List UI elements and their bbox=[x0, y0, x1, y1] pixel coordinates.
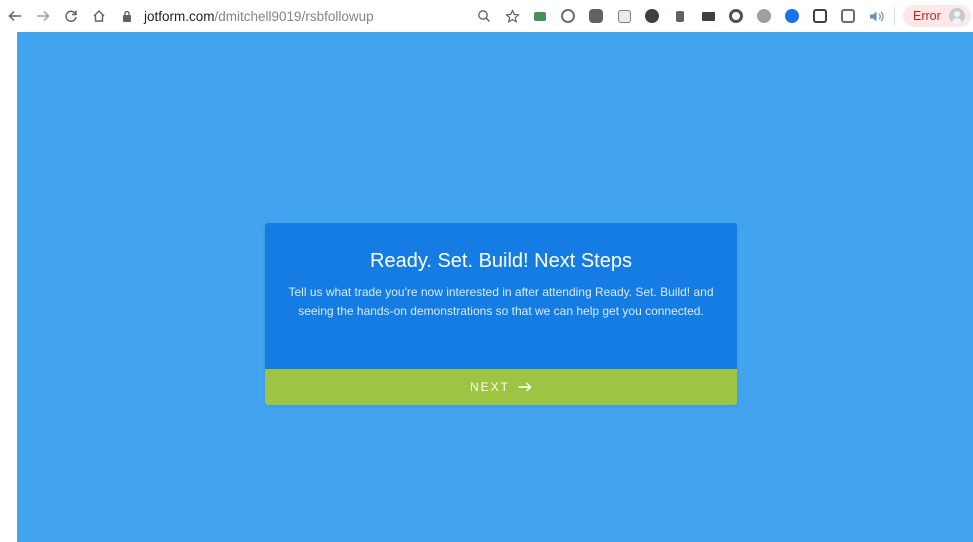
avatar-icon bbox=[948, 8, 965, 24]
form-page: Ready. Set. Build! Next Steps Tell us wh… bbox=[17, 32, 973, 542]
next-button[interactable]: NEXT bbox=[265, 369, 737, 405]
form-title: Ready. Set. Build! Next Steps bbox=[370, 250, 632, 272]
extension-speaker-icon[interactable] bbox=[868, 8, 884, 24]
url-path: /dmitchell9019/rsbfollowup bbox=[214, 8, 374, 24]
bookmark-star-icon[interactable] bbox=[504, 8, 520, 24]
welcome-card: Ready. Set. Build! Next Steps Tell us wh… bbox=[265, 223, 737, 405]
profile-error-chip[interactable]: Error bbox=[903, 5, 971, 27]
extension-lock-icon[interactable] bbox=[672, 8, 688, 24]
extension-blue-circle-icon[interactable] bbox=[784, 8, 800, 24]
zoom-icon[interactable] bbox=[476, 8, 492, 24]
next-label: NEXT bbox=[469, 380, 510, 394]
toolbar-actions: Error bbox=[470, 4, 973, 28]
extension-square-icon[interactable] bbox=[840, 8, 856, 24]
back-arrow-icon[interactable] bbox=[4, 5, 26, 27]
url-host: jotform.com bbox=[144, 8, 215, 24]
forward-arrow-icon[interactable] bbox=[32, 5, 54, 27]
extension-gear-icon[interactable] bbox=[644, 8, 660, 24]
extension-ring-icon[interactable] bbox=[728, 8, 744, 24]
lock-icon bbox=[120, 9, 134, 23]
extension-s-icon[interactable] bbox=[588, 8, 604, 24]
toolbar-divider bbox=[894, 7, 895, 25]
extension-incognito-icon[interactable] bbox=[532, 8, 548, 24]
extension-checkbox-icon[interactable] bbox=[812, 8, 828, 24]
reload-icon[interactable] bbox=[60, 5, 82, 27]
card-header: Ready. Set. Build! Next Steps Tell us wh… bbox=[265, 223, 737, 369]
error-label: Error bbox=[913, 9, 941, 23]
form-description: Tell us what trade you're now interested… bbox=[288, 285, 714, 318]
extension-camera-icon[interactable] bbox=[560, 8, 576, 24]
browser-toolbar: jotform.com/dmitchell9019/rsbfollowup Er… bbox=[0, 0, 973, 32]
extension-document-icon[interactable] bbox=[616, 8, 632, 24]
home-icon[interactable] bbox=[88, 5, 110, 27]
right-arrow-icon bbox=[518, 382, 532, 392]
extension-puzzle-icon[interactable] bbox=[756, 8, 772, 24]
extension-tag-icon[interactable] bbox=[700, 8, 716, 24]
